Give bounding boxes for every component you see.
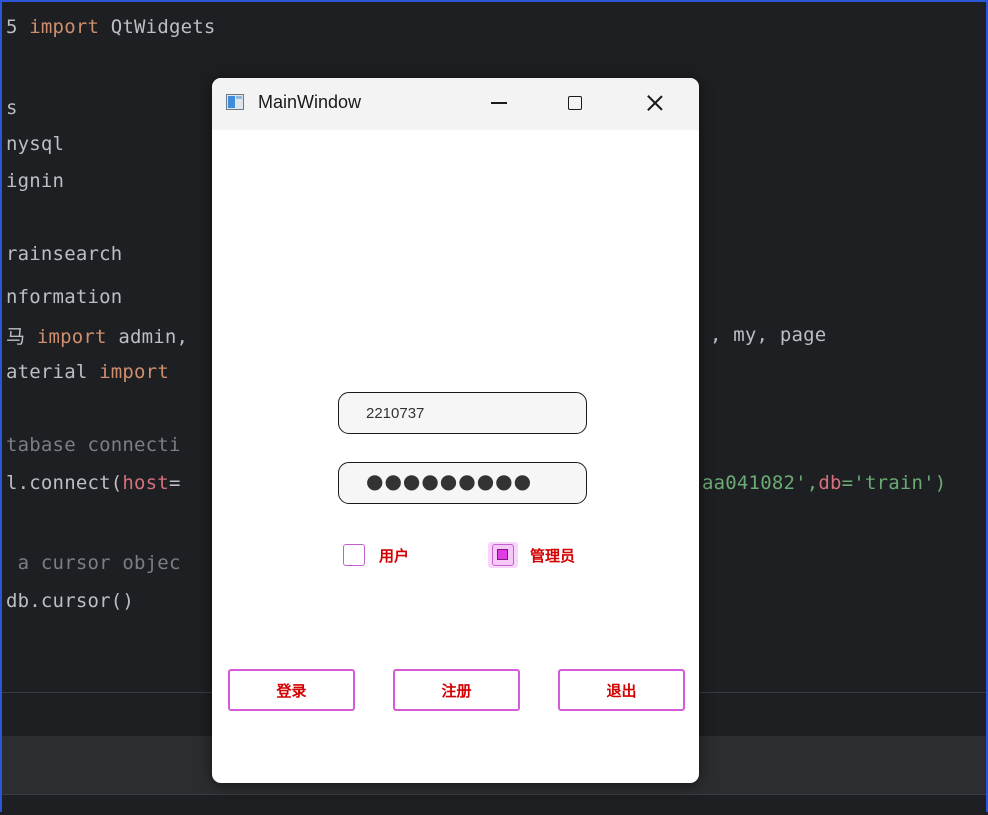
code-line-4: ignin [6, 170, 65, 192]
code-line-12: db.cursor() [6, 590, 135, 612]
code-line-1: 5 import QtWidgets [6, 16, 216, 38]
maximize-button[interactable] [555, 86, 595, 120]
code-line-right-1: , my, page [710, 324, 827, 346]
code-line-10: l.connect(host= [6, 472, 181, 494]
username-field[interactable] [338, 392, 587, 434]
maximize-icon [568, 96, 582, 110]
code-line-11: a cursor objec [6, 552, 181, 574]
role-admin-label: 管理员 [530, 546, 576, 565]
role-user-option[interactable]: 用户 [343, 544, 409, 566]
app-window-icon [226, 94, 244, 110]
minimize-icon [491, 102, 507, 104]
register-button[interactable]: 注册 [393, 669, 520, 711]
exit-button[interactable]: 退出 [558, 669, 685, 711]
login-button[interactable]: 登录 [228, 669, 355, 711]
role-user-checkbox[interactable] [343, 544, 365, 566]
main-window: MainWindow ●●●●●●●●● 用户 管理员 登录 注册 退出 [212, 78, 699, 783]
close-button[interactable] [635, 86, 675, 120]
role-admin-checkbox[interactable] [492, 544, 514, 566]
username-input[interactable] [339, 393, 586, 433]
password-field[interactable]: ●●●●●●●●● [338, 462, 587, 504]
password-input[interactable]: ●●●●●●●●● [366, 469, 532, 493]
code-line-2: s [6, 97, 18, 119]
close-icon [646, 94, 664, 112]
window-titlebar[interactable]: MainWindow [212, 78, 699, 130]
code-line-8: aterial import [6, 361, 169, 383]
code-line-9: tabase connecti [6, 434, 181, 456]
code-line-6: nformation [6, 286, 123, 308]
code-line-7: 马 import admin, [6, 326, 189, 348]
window-title: MainWindow [258, 92, 362, 112]
code-line-5: rainsearch [6, 243, 123, 265]
minimize-button[interactable] [479, 86, 519, 120]
role-admin-focus-ring [488, 542, 518, 568]
role-admin-option[interactable]: 管理员 [488, 542, 575, 568]
code-line-3: nysql [6, 133, 65, 155]
role-user-label: 用户 [379, 546, 410, 565]
code-line-right-2: aa041082',db='train') [702, 472, 947, 494]
